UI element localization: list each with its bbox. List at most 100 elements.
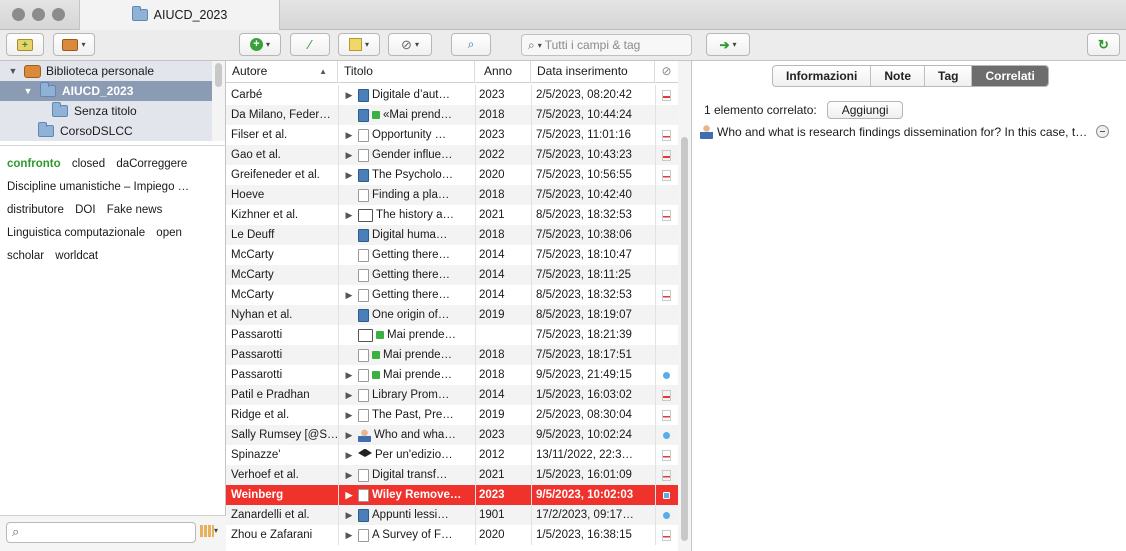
column-header-attachments[interactable]: ⊘ [655, 61, 678, 83]
table-row[interactable]: Verhoef et al. ▶ Digital transf… 2021 1/5/20… [226, 465, 678, 485]
cell-attachment[interactable] [656, 325, 676, 345]
pane-splitter[interactable] [0, 145, 226, 149]
collection-corsodslcc[interactable]: CorsoDSLCC [0, 121, 212, 141]
tab-note[interactable]: Note [871, 66, 926, 86]
cell-attachment[interactable] [656, 425, 676, 445]
collection-aiucd-2023[interactable]: ▼ AIUCD_2023 [0, 81, 212, 101]
new-library-menu-button[interactable]: ▾ [53, 33, 95, 56]
expand-triangle-icon[interactable]: ▼ [7, 66, 19, 76]
add-by-identifier-button[interactable]: ⁄ [290, 33, 330, 56]
cell-attachment[interactable] [656, 245, 676, 265]
table-row[interactable]: Hoeve Finding a pla… 2018 7/5/2023, 10:42:4… [226, 185, 678, 205]
tag-actions-icon[interactable] [200, 525, 214, 537]
table-row[interactable]: Gao et al. ▶ Gender influe… 2022 7/5/2023, 1… [226, 145, 678, 165]
tab-informazioni[interactable]: Informazioni [773, 66, 872, 86]
tag-item[interactable]: scholar [7, 250, 44, 262]
table-row[interactable]: McCarty ▶ Getting there… 2014 8/5/2023, 18:3… [226, 285, 678, 305]
scrollbar-thumb[interactable] [215, 63, 222, 87]
close-window-button[interactable] [12, 8, 25, 21]
expand-triangle-icon[interactable]: ▼ [22, 86, 34, 96]
cell-attachment[interactable] [656, 505, 676, 525]
table-row[interactable]: Passarotti ▶ Mai prende… 2018 9/5/2023, 21:4… [226, 365, 678, 385]
table-row[interactable]: Spinazze' ▶ Per un'edizio… 2012 13/11/2022, … [226, 445, 678, 465]
minimize-window-button[interactable] [32, 8, 45, 21]
cell-attachment[interactable] [656, 485, 676, 505]
tag-item[interactable]: open [156, 227, 182, 239]
expand-triangle-icon[interactable]: ▶ [343, 165, 355, 185]
expand-triangle-icon[interactable]: ▶ [343, 505, 355, 525]
advanced-search-button[interactable]: ⌕ [451, 33, 491, 56]
new-item-button[interactable]: + ▾ [239, 33, 281, 56]
tag-item[interactable]: Linguistica computazionale [7, 227, 145, 239]
add-related-button[interactable]: Aggiungi [826, 101, 904, 119]
locate-button[interactable]: ➔ ▾ [706, 33, 750, 56]
table-row[interactable]: Passarotti Mai prende… 7/5/2023, 18:21:39 [226, 325, 678, 345]
cell-attachment[interactable] [656, 445, 676, 465]
cell-attachment[interactable] [656, 185, 676, 205]
tag-item[interactable]: daCorreggere [116, 158, 187, 170]
cell-attachment[interactable] [656, 145, 676, 165]
table-row[interactable]: Carbé ▶ Digitale d’aut… 2023 2/5/2023, 08:20… [226, 85, 678, 105]
table-row[interactable]: Zanardelli et al. ▶ Appunti lessi… 1901 17/2… [226, 505, 678, 525]
cell-attachment[interactable] [656, 125, 676, 145]
table-row[interactable]: Kizhner et al. ▶ The history a… 2021 8/5/202… [226, 205, 678, 225]
tag-item[interactable]: Discipline umanistiche – Impiego … [7, 181, 189, 193]
table-row[interactable]: Passarotti Mai prende… 2018 7/5/2023, 18:17… [226, 345, 678, 365]
cell-attachment[interactable] [656, 85, 676, 105]
expand-triangle-icon[interactable]: ▶ [343, 405, 355, 425]
tag-item[interactable]: distributore [7, 204, 64, 216]
column-header-author[interactable]: Autore ▲ [226, 61, 338, 83]
zoom-window-button[interactable] [52, 8, 65, 21]
table-row[interactable]: Patil e Pradhan ▶ Library Prom… 2014 1/5/202… [226, 385, 678, 405]
scrollbar-thumb[interactable] [681, 137, 688, 541]
items-scrollbar[interactable] [678, 61, 691, 551]
tag-item[interactable]: Fake news [107, 204, 163, 216]
column-header-title[interactable]: Titolo [338, 61, 475, 83]
table-row[interactable]: Da Milano, Feder… «Mai prend… 2018 7/5/2023… [226, 105, 678, 125]
sync-button[interactable]: ↻ [1087, 33, 1120, 56]
table-row[interactable]: Greifeneder et al. ▶ The Psycholo… 2020 7/5/… [226, 165, 678, 185]
tag-item[interactable]: confronto [7, 158, 61, 170]
cell-attachment[interactable] [656, 285, 676, 305]
cell-attachment[interactable] [656, 365, 676, 385]
expand-triangle-icon[interactable]: ▶ [343, 85, 355, 105]
cell-attachment[interactable] [656, 345, 676, 365]
expand-triangle-icon[interactable]: ▶ [343, 485, 355, 505]
cell-attachment[interactable] [656, 105, 676, 125]
add-attachment-button[interactable]: ⊘ ▾ [388, 33, 432, 56]
cell-attachment[interactable] [656, 225, 676, 245]
related-item[interactable]: Who and what is research findings dissem… [700, 124, 1120, 139]
expand-triangle-icon[interactable]: ▶ [343, 285, 355, 305]
tag-item[interactable]: DOI [75, 204, 95, 216]
expand-triangle-icon[interactable]: ▶ [343, 465, 355, 485]
cell-attachment[interactable] [656, 465, 676, 485]
tag-filter-input[interactable]: ⌕ [6, 522, 196, 543]
table-row[interactable]: Le Deuff Digital huma… 2018 7/5/2023, 10:38… [226, 225, 678, 245]
cell-attachment[interactable] [656, 205, 676, 225]
cell-attachment[interactable] [656, 305, 676, 325]
expand-triangle-icon[interactable]: ▶ [343, 445, 355, 465]
table-row[interactable]: Weinberg ▶ Wiley Remove… 2023 9/5/2023, 10:0… [226, 485, 678, 505]
tag-actions-dropdown[interactable]: ▾ [214, 526, 218, 535]
column-header-year[interactable]: Anno [475, 61, 531, 83]
column-header-date-added[interactable]: Data inserimento [531, 61, 655, 83]
table-row[interactable]: Sally Rumsey [@S… ▶ Who and wha… 2023 9/5/20… [226, 425, 678, 445]
table-row[interactable]: McCarty Getting there… 2014 7/5/2023, 18:11… [226, 265, 678, 285]
collections-scrollbar[interactable] [212, 61, 225, 141]
expand-triangle-icon[interactable]: ▶ [343, 525, 355, 545]
new-collection-button[interactable]: + [6, 33, 44, 56]
tag-item[interactable]: worldcat [55, 250, 98, 262]
cell-attachment[interactable] [656, 405, 676, 425]
search-mode-dropdown[interactable]: ▾ [538, 41, 542, 50]
library-tab[interactable]: AIUCD_2023 [79, 0, 280, 30]
collection-my-library[interactable]: ▼ Biblioteca personale [0, 61, 212, 81]
expand-triangle-icon[interactable]: ▶ [343, 145, 355, 165]
table-row[interactable]: Zhou e Zafarani ▶ A Survey of F… 2020 1/5/20… [226, 525, 678, 545]
tab-correlati[interactable]: Correlati [972, 66, 1048, 86]
cell-attachment[interactable] [656, 165, 676, 185]
table-row[interactable]: Nyhan et al. One origin of… 2019 8/5/2023, … [226, 305, 678, 325]
expand-triangle-icon[interactable]: ▶ [343, 125, 355, 145]
remove-related-button[interactable] [1096, 125, 1109, 138]
new-note-button[interactable]: ▾ [338, 33, 380, 56]
cell-attachment[interactable] [656, 385, 676, 405]
